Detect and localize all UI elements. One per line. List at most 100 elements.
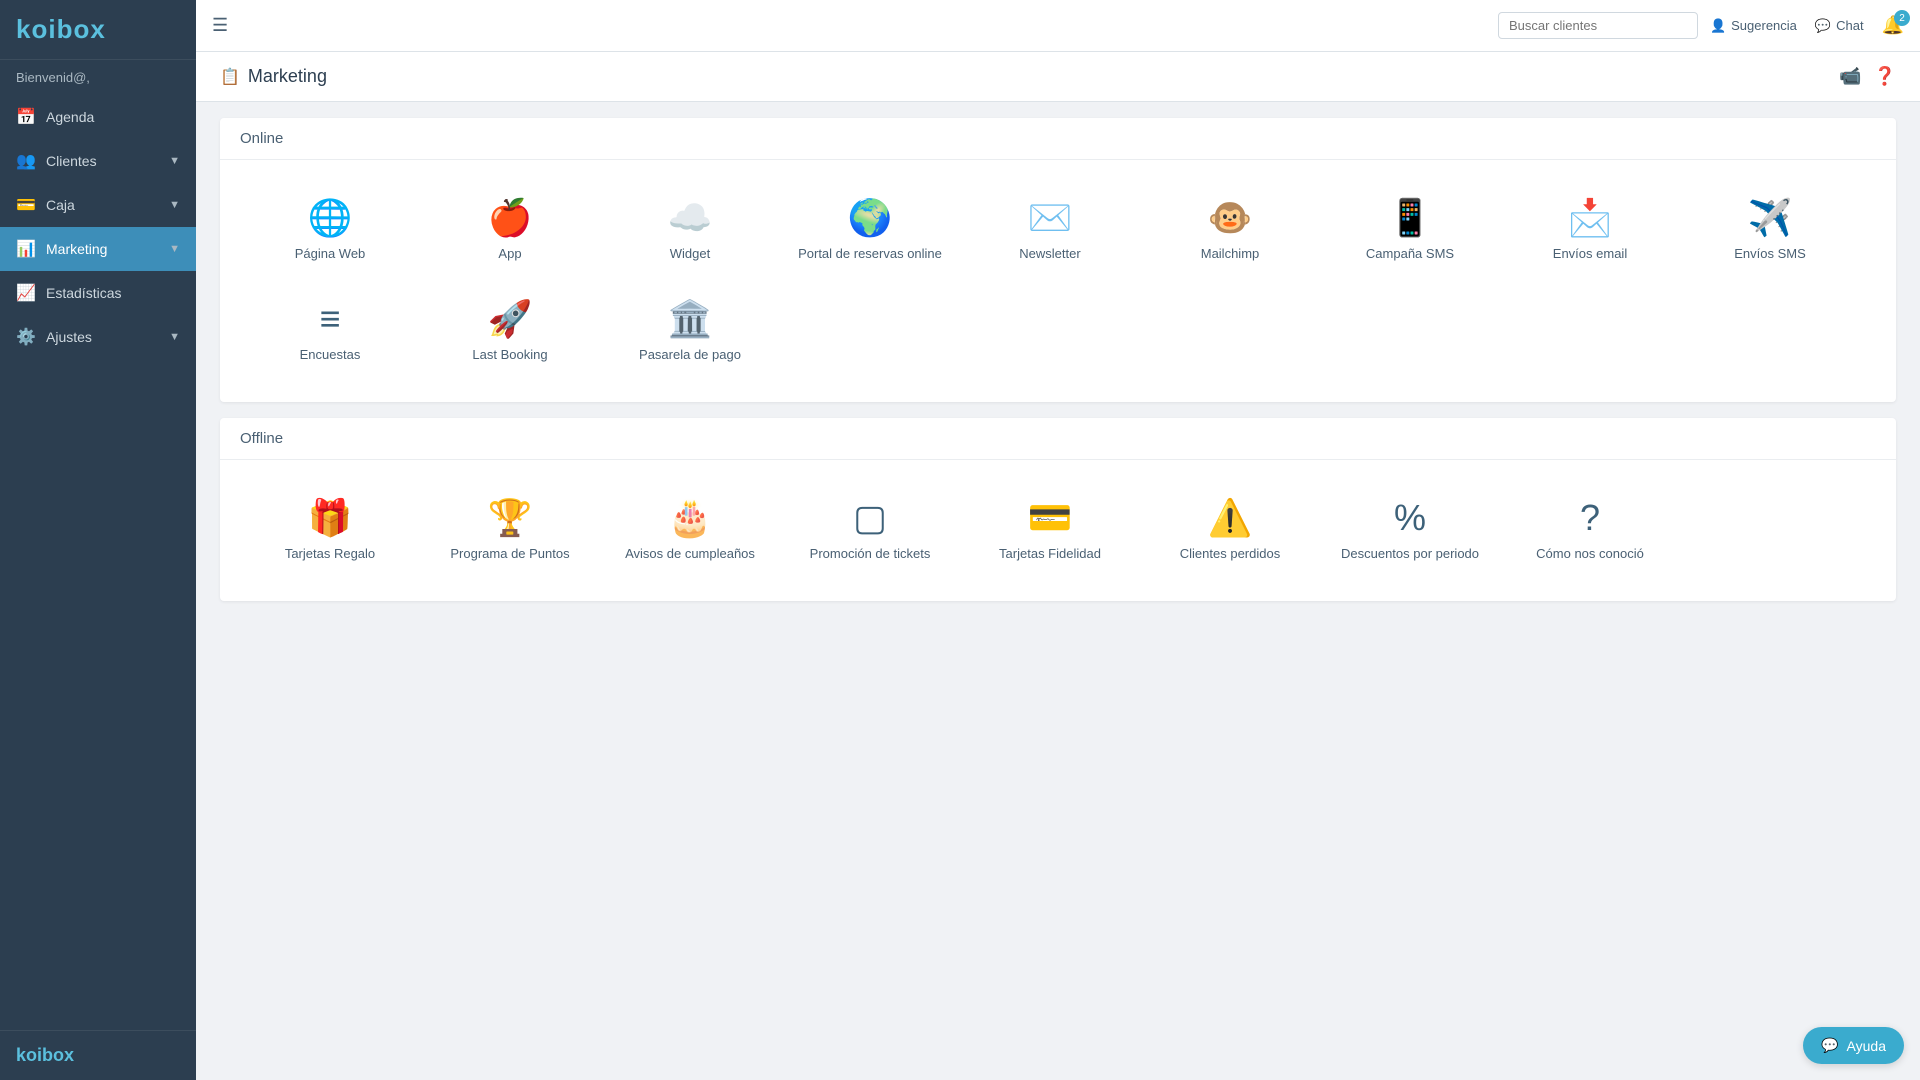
icon-app: 🍎	[488, 200, 533, 236]
icon-pasarela-pago: 🏛️	[668, 301, 713, 337]
chat-icon: 💬	[1815, 18, 1831, 34]
logo: koibox	[16, 14, 106, 44]
icon-campana-sms: 📱	[1388, 200, 1433, 236]
label-clientes-perdidos: Clientes perdidos	[1180, 546, 1280, 561]
label-pasarela-pago: Pasarela de pago	[639, 347, 741, 362]
nav-chevron-clientes: ▼	[169, 155, 180, 167]
nav-chevron-ajustes: ▼	[169, 331, 180, 343]
page-title-icon: 📋	[220, 67, 240, 87]
sidebar-item-estadisticas[interactable]: 📈 Estadísticas	[0, 271, 196, 315]
offline-section: Offline 🎁 Tarjetas Regalo 🏆 Programa de …	[220, 418, 1896, 601]
label-newsletter: Newsletter	[1019, 246, 1080, 261]
icon-como-nos-conocio: ?	[1580, 500, 1600, 536]
nav-label-marketing: Marketing	[46, 241, 107, 257]
offline-item-programa-puntos[interactable]: 🏆 Programa de Puntos	[420, 480, 600, 581]
offline-item-como-nos-conocio[interactable]: ? Cómo nos conoció	[1500, 480, 1680, 581]
sidebar: koibox Bienvenid@, 📅 Agenda 👥 Clientes ▼…	[0, 0, 196, 1080]
online-item-last-booking[interactable]: 🚀 Last Booking	[420, 281, 600, 382]
sidebar-nav: 📅 Agenda 👥 Clientes ▼ 💳 Caja ▼ 📊 Marketi…	[0, 95, 196, 1030]
online-icon-grid: 🌐 Página Web 🍎 App ☁️ Widget 🌍 Portal de…	[240, 180, 1876, 382]
icon-encuestas: ≡	[319, 301, 340, 337]
online-section-header: Online	[220, 118, 1896, 160]
page-title: Marketing	[248, 66, 327, 87]
nav-label-agenda: Agenda	[46, 109, 94, 125]
icon-descuentos-periodo: %	[1394, 500, 1426, 536]
video-icon[interactable]: 📹	[1839, 66, 1861, 87]
online-item-pasarela-pago[interactable]: 🏛️ Pasarela de pago	[600, 281, 780, 382]
icon-widget: ☁️	[668, 200, 713, 236]
help-button[interactable]: 💬 Ayuda	[1803, 1027, 1904, 1064]
sidebar-item-ajustes[interactable]: ⚙️ Ajustes ▼	[0, 315, 196, 359]
label-widget: Widget	[670, 246, 710, 261]
page-title-row: 📋 Marketing	[220, 66, 327, 87]
icon-promocion-tickets: ▢	[853, 500, 887, 536]
online-section-body: 🌐 Página Web 🍎 App ☁️ Widget 🌍 Portal de…	[220, 160, 1896, 402]
help-icon[interactable]: ❓	[1874, 66, 1896, 87]
offline-icon-grid: 🎁 Tarjetas Regalo 🏆 Programa de Puntos 🎂…	[240, 480, 1876, 581]
label-campana-sms: Campaña SMS	[1366, 246, 1454, 261]
online-section: Online 🌐 Página Web 🍎 App ☁️ Widget 🌍 Po…	[220, 118, 1896, 402]
sidebar-user: Bienvenid@,	[0, 60, 196, 95]
online-item-pagina-web[interactable]: 🌐 Página Web	[240, 180, 420, 281]
offline-item-avisos-cumpleanos[interactable]: 🎂 Avisos de cumpleaños	[600, 480, 780, 581]
icon-portal-reservas: 🌍	[848, 200, 893, 236]
label-pagina-web: Página Web	[295, 246, 366, 261]
nav-label-caja: Caja	[46, 197, 75, 213]
offline-item-promocion-tickets[interactable]: ▢ Promoción de tickets	[780, 480, 960, 581]
online-item-campana-sms[interactable]: 📱 Campaña SMS	[1320, 180, 1500, 281]
nav-label-estadisticas: Estadísticas	[46, 285, 121, 301]
nav-icon-marketing: 📊	[16, 239, 36, 259]
search-box	[1498, 12, 1698, 39]
online-item-newsletter[interactable]: ✉️ Newsletter	[960, 180, 1140, 281]
label-tarjetas-fidelidad: Tarjetas Fidelidad	[999, 546, 1101, 561]
nav-icon-agenda: 📅	[16, 107, 36, 127]
sidebar-item-caja[interactable]: 💳 Caja ▼	[0, 183, 196, 227]
offline-item-clientes-perdidos[interactable]: ⚠️ Clientes perdidos	[1140, 480, 1320, 581]
icon-avisos-cumpleanos: 🎂	[668, 500, 713, 536]
offline-item-tarjetas-regalo[interactable]: 🎁 Tarjetas Regalo	[240, 480, 420, 581]
online-item-mailchimp[interactable]: 🐵 Mailchimp	[1140, 180, 1320, 281]
nav-icon-caja: 💳	[16, 195, 36, 215]
icon-tarjetas-regalo: 🎁	[308, 500, 353, 536]
online-item-envios-email[interactable]: 📩 Envíos email	[1500, 180, 1680, 281]
suggestion-action[interactable]: 👤 Sugerencia	[1710, 18, 1797, 34]
cards-area: Online 🌐 Página Web 🍎 App ☁️ Widget 🌍 Po…	[196, 102, 1920, 633]
topbar-actions: 👤 Sugerencia 💬 Chat 🔔 2	[1710, 15, 1904, 36]
nav-chevron-marketing: ▼	[169, 243, 180, 255]
sidebar-item-clientes[interactable]: 👥 Clientes ▼	[0, 139, 196, 183]
page-header-actions: 📹 ❓	[1839, 66, 1896, 87]
icon-envios-sms: ✈️	[1748, 200, 1793, 236]
content-area: 📋 Marketing 📹 ❓ Online 🌐 Página Web 🍎 Ap…	[196, 52, 1920, 1080]
label-encuestas: Encuestas	[300, 347, 361, 362]
label-promocion-tickets: Promoción de tickets	[810, 546, 931, 561]
icon-clientes-perdidos: ⚠️	[1208, 500, 1253, 536]
online-item-envios-sms[interactable]: ✈️ Envíos SMS	[1680, 180, 1860, 281]
offline-item-tarjetas-fidelidad[interactable]: 💳 Tarjetas Fidelidad	[960, 480, 1140, 581]
icon-programa-puntos: 🏆	[488, 500, 533, 536]
online-item-encuestas[interactable]: ≡ Encuestas	[240, 281, 420, 382]
label-descuentos-periodo: Descuentos por periodo	[1341, 546, 1479, 561]
sidebar-item-marketing[interactable]: 📊 Marketing ▼	[0, 227, 196, 271]
icon-mailchimp: 🐵	[1208, 200, 1253, 236]
online-item-app[interactable]: 🍎 App	[420, 180, 600, 281]
label-portal-reservas: Portal de reservas online	[798, 246, 942, 261]
menu-icon[interactable]: ☰	[212, 15, 228, 36]
sidebar-item-agenda[interactable]: 📅 Agenda	[0, 95, 196, 139]
icon-envios-email: 📩	[1568, 200, 1613, 236]
nav-icon-clientes: 👥	[16, 151, 36, 171]
offline-item-descuentos-periodo[interactable]: % Descuentos por periodo	[1320, 480, 1500, 581]
offline-section-header: Offline	[220, 418, 1896, 460]
label-envios-email: Envíos email	[1553, 246, 1627, 261]
chat-action[interactable]: 💬 Chat	[1815, 18, 1864, 34]
online-item-widget[interactable]: ☁️ Widget	[600, 180, 780, 281]
online-item-portal-reservas[interactable]: 🌍 Portal de reservas online	[780, 180, 960, 281]
chat-label: Chat	[1836, 18, 1863, 33]
label-mailchimp: Mailchimp	[1201, 246, 1260, 261]
notification-count: 2	[1894, 10, 1910, 26]
page-header: 📋 Marketing 📹 ❓	[196, 52, 1920, 102]
help-button-icon: 💬	[1821, 1037, 1838, 1054]
notification-bell[interactable]: 🔔 2	[1882, 15, 1904, 36]
search-input[interactable]	[1498, 12, 1698, 39]
label-programa-puntos: Programa de Puntos	[450, 546, 569, 561]
nav-icon-estadisticas: 📈	[16, 283, 36, 303]
